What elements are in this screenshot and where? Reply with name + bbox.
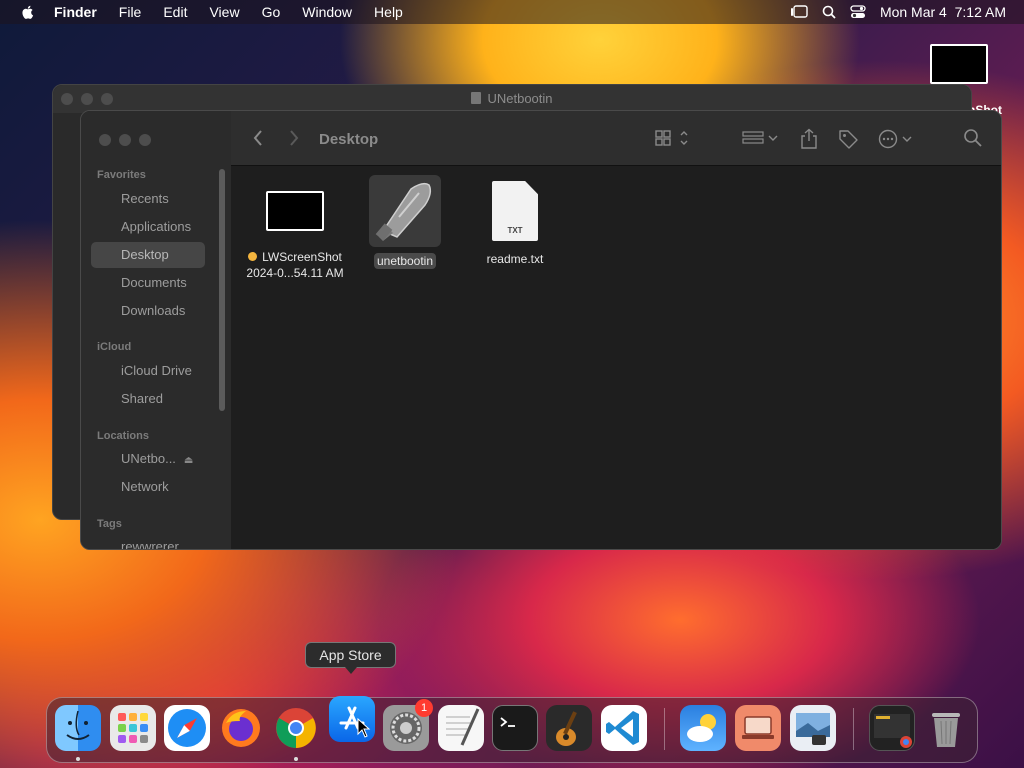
dock-trash-icon[interactable]: [923, 705, 969, 751]
eject-icon[interactable]: ⏏: [184, 455, 193, 466]
background-window-title-text: UNetbootin: [487, 91, 553, 106]
orange-tag-dot: [248, 252, 258, 261]
document-icon: [471, 92, 482, 104]
dock-terminal-icon[interactable]: [492, 705, 538, 751]
background-window-title: UNetbootin: [53, 91, 971, 106]
dock-system-settings-icon[interactable]: 1: [383, 699, 433, 751]
dock-chrome-icon[interactable]: [273, 705, 319, 751]
desktop-screenshot-thumbnail[interactable]: [930, 44, 988, 84]
menu-app-name[interactable]: Finder: [54, 4, 97, 20]
unetbootin-app-icon: [369, 175, 441, 247]
apple-menu-icon[interactable]: [20, 4, 36, 20]
close-button[interactable]: [99, 134, 111, 146]
menubar-clock[interactable]: Mon Mar 4 7:12 AM: [880, 4, 1006, 20]
sidebar-header-favorites: Favorites: [97, 169, 146, 181]
dock-preview-icon[interactable]: [790, 705, 836, 751]
forward-icon[interactable]: [287, 128, 301, 148]
sidebar-item-icloud-drive[interactable]: iCloud Drive: [91, 358, 205, 384]
dock-separator: [853, 708, 854, 750]
sidebar-item-network[interactable]: Network: [91, 474, 205, 500]
menu-help[interactable]: Help: [374, 4, 403, 20]
spotlight-search-icon[interactable]: [822, 5, 836, 19]
file-name-text: LWScreenShot: [262, 250, 342, 264]
share-icon[interactable]: [799, 128, 819, 150]
dock-vscode-icon[interactable]: [601, 705, 647, 751]
sidebar-item-documents[interactable]: Documents: [91, 270, 205, 296]
back-icon[interactable]: [251, 128, 265, 148]
text-document-icon: TXT: [492, 181, 538, 241]
dock-separator: [664, 708, 665, 750]
menu-edit[interactable]: Edit: [163, 4, 187, 20]
dock-firefox-icon[interactable]: [218, 705, 264, 751]
sidebar-item-downloads[interactable]: Downloads: [91, 298, 205, 324]
menu-view[interactable]: View: [209, 4, 239, 20]
dock: 1: [46, 696, 978, 763]
sidebar-item-label: UNetbo...: [121, 451, 176, 466]
dock-garageband-icon[interactable]: [546, 705, 592, 751]
file-item-readme[interactable]: TXT readme.txt: [471, 181, 559, 267]
sidebar-scrollbar[interactable]: [219, 169, 225, 411]
file-name: readme.txt: [486, 252, 544, 266]
rocket-icon: [375, 182, 432, 241]
group-by-icon[interactable]: [741, 128, 779, 148]
file-name-line1: LWScreenShot: [237, 249, 353, 265]
minimize-button[interactable]: [119, 134, 131, 146]
txt-badge: TXT: [507, 226, 523, 235]
file-name-selected: unetbootin: [373, 253, 437, 269]
sidebar-item-shared[interactable]: Shared: [91, 386, 205, 412]
sidebar-header-icloud: iCloud: [97, 341, 132, 353]
search-icon[interactable]: [963, 128, 983, 148]
dock-finder-icon[interactable]: [55, 705, 101, 751]
screenshot-thumbnail: [266, 191, 324, 231]
dock-textedit-icon[interactable]: [438, 705, 484, 751]
sidebar-item-recents[interactable]: Recents: [91, 186, 205, 212]
menu-file[interactable]: File: [119, 4, 142, 20]
more-actions-icon[interactable]: [877, 128, 915, 150]
sidebar-header-tags: Tags: [97, 518, 122, 530]
menu-go[interactable]: Go: [262, 4, 281, 20]
file-item-unetbootin[interactable]: unetbootin: [361, 175, 449, 269]
window-path-title: Desktop: [319, 131, 379, 148]
dock-running-indicator: [294, 757, 298, 761]
finder-toolbar: Desktop: [231, 111, 1001, 166]
background-window-titlebar[interactable]: UNetbootin: [53, 85, 971, 113]
finder-content-area[interactable]: LWScreenShot 2024-0...54.11 AM unetbooti…: [231, 166, 1001, 549]
sidebar-item-desktop[interactable]: Desktop: [91, 242, 205, 268]
control-center-icon[interactable]: [850, 5, 866, 19]
dock-minimized-window-icon[interactable]: [869, 705, 915, 751]
mouse-cursor-icon: [357, 718, 371, 738]
notification-badge: 1: [415, 699, 433, 717]
finder-window[interactable]: Favorites Recents Applications Desktop D…: [80, 110, 1002, 550]
file-name-line2: 2024-0...54.11 AM: [246, 266, 344, 280]
dock-weather-icon[interactable]: [680, 705, 726, 751]
sidebar-item-tag[interactable]: rewwrerer: [91, 534, 205, 549]
menu-bar: Finder File Edit View Go Window Help Mon…: [0, 0, 1024, 24]
sidebar-header-locations: Locations: [97, 430, 149, 442]
dock-screen-sharing-icon[interactable]: [735, 705, 781, 751]
file-item-screenshot[interactable]: LWScreenShot 2024-0...54.11 AM: [237, 183, 353, 281]
finder-traffic-lights: [99, 134, 151, 146]
dock-tooltip: App Store: [305, 642, 396, 674]
sidebar-item-applications[interactable]: Applications: [91, 214, 205, 240]
dock-running-indicator: [76, 757, 80, 761]
dock-launchpad-icon[interactable]: [110, 705, 156, 751]
zoom-button[interactable]: [139, 134, 151, 146]
stage-manager-icon[interactable]: [790, 5, 808, 19]
menu-window[interactable]: Window: [302, 4, 352, 20]
finder-sidebar: Favorites Recents Applications Desktop D…: [81, 111, 232, 549]
sidebar-item-unetbootin-volume[interactable]: UNetbo... ⏏: [91, 446, 205, 472]
icon-view-toggle-icon[interactable]: [655, 128, 691, 148]
dock-safari-icon[interactable]: [164, 705, 210, 751]
tag-icon[interactable]: [837, 128, 859, 150]
